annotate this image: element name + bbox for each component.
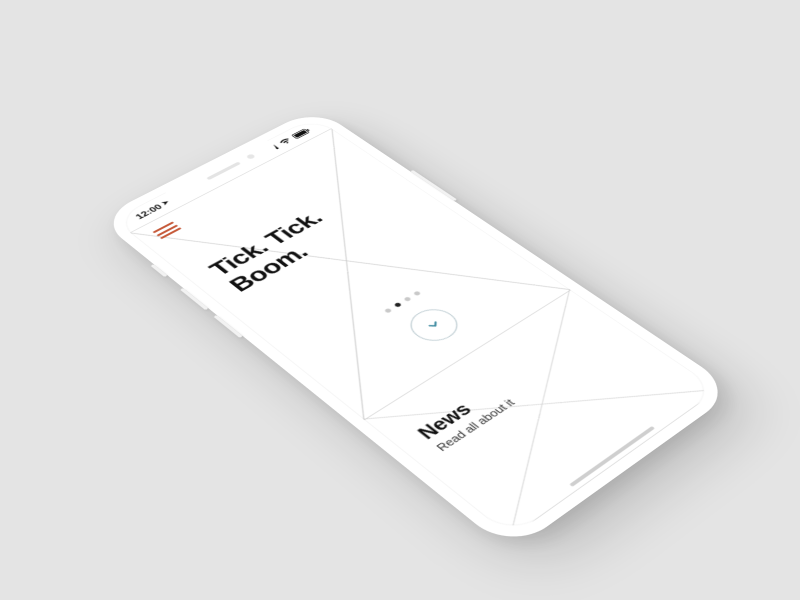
battery-icon	[291, 127, 312, 139]
stage: 12:00 ➤	[0, 0, 800, 600]
placeholder-cross-icon	[130, 129, 570, 420]
home-indicator[interactable]	[569, 426, 655, 487]
news-subtitle: Read all about it	[433, 397, 517, 454]
page-dot[interactable]	[403, 296, 411, 302]
silence-switch	[150, 264, 167, 277]
phone-frame: 12:00 ➤	[97, 108, 737, 552]
screen: 12:00 ➤	[113, 117, 719, 538]
placeholder-cross-icon	[363, 289, 718, 537]
wifi-icon	[278, 137, 293, 146]
page-dot-active[interactable]	[394, 302, 402, 308]
front-camera	[246, 153, 256, 159]
scroll-down-button[interactable]	[401, 303, 467, 347]
page-dot[interactable]	[384, 308, 393, 314]
news-text: News Read all about it	[413, 381, 518, 453]
chevron-down-icon	[424, 318, 444, 331]
news-section[interactable]: News Read all about it	[363, 289, 719, 537]
hero-section: Tick. Tick. Boom.	[130, 128, 571, 420]
news-title: News	[413, 381, 505, 443]
phone-tilt-wrapper: 12:00 ➤	[97, 108, 737, 552]
